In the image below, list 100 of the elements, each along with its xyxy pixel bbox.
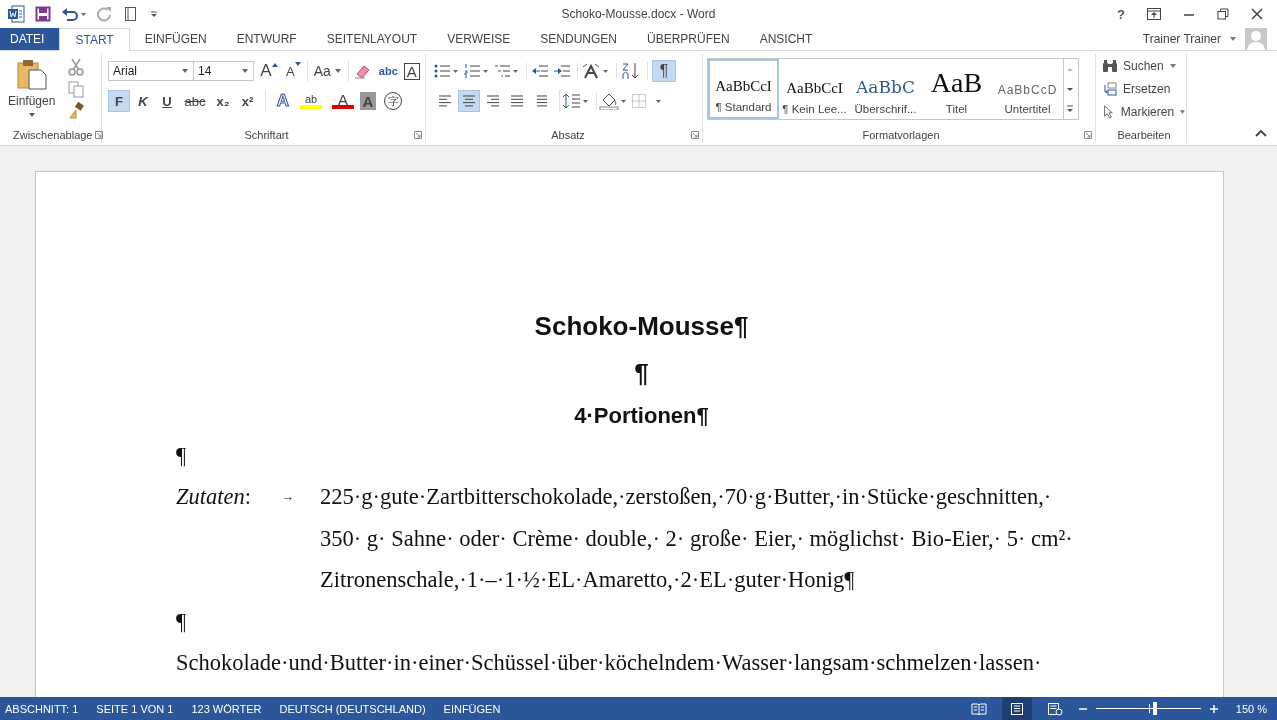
change-case-button[interactable]: Aa (311, 60, 349, 82)
group-label: Bearbeiten (1117, 129, 1171, 141)
zoom-level[interactable]: 150 % (1227, 702, 1267, 715)
style-item[interactable]: AaBbCcI ¶ Standard (708, 59, 779, 119)
increase-indent-icon[interactable] (553, 63, 578, 79)
document-subtitle: 4·Portionen¶ (573, 402, 710, 430)
caret-icon (1168, 63, 1177, 69)
collapse-ribbon-icon[interactable] (1255, 129, 1267, 137)
word-logo-icon[interactable] (7, 5, 25, 23)
page-icon (1009, 701, 1025, 716)
group-label: Formatvorlagen (862, 129, 940, 141)
account-name[interactable]: Trainer Trainer (1142, 32, 1221, 46)
decrease-indent-icon[interactable] (531, 63, 549, 79)
zoom-in-icon[interactable] (1209, 703, 1219, 714)
ribbon-tab[interactable]: EINFÜGEN (129, 28, 222, 50)
ribbon-tab[interactable]: ÜBERPRÜFEN (632, 28, 745, 50)
help-button[interactable]: ? (1117, 6, 1125, 22)
status-item[interactable]: 123 WÖRTER (184, 702, 269, 715)
dialog-launcher-icon[interactable] (414, 131, 422, 139)
font-name-field[interactable]: Arial (108, 61, 194, 81)
group-label: Absatz (551, 129, 585, 141)
zoom-slider[interactable] (1096, 702, 1201, 715)
style-item[interactable]: AaBbCcI ¶ Kein Lee... (779, 59, 850, 119)
format-painter-icon[interactable] (67, 102, 86, 120)
multilevel-list-icon[interactable] (494, 63, 527, 79)
highlight-button[interactable]: ab (300, 93, 322, 109)
ribbon-tab[interactable]: ENTWURF (221, 28, 312, 50)
binoculars-icon (1102, 59, 1118, 73)
status-item[interactable]: EINFÜGEN (436, 702, 508, 715)
shrink-font-button[interactable]: A (284, 60, 308, 82)
ribbon-tab[interactable]: VERWEISE (432, 28, 526, 50)
ribbon-tab[interactable]: ANSICHT (744, 28, 828, 50)
document-icon[interactable] (123, 6, 139, 22)
ribbon-tab[interactable]: SEITENLAYOUT (311, 28, 433, 50)
customize-caret-icon[interactable] (149, 9, 159, 19)
strike-button[interactable]: abc (180, 90, 210, 112)
align-center-button[interactable] (458, 90, 480, 112)
bold-button[interactable]: F (108, 90, 130, 112)
document-title: Schoko-Mousse¶ (533, 310, 750, 343)
clipboard-icon (15, 58, 48, 90)
align-lines-icon (437, 94, 453, 108)
dialog-launcher-icon[interactable] (691, 131, 699, 139)
book-icon (971, 701, 987, 716)
restore-icon[interactable] (1217, 8, 1229, 20)
document-title: ¶ (633, 357, 650, 390)
save-icon[interactable] (35, 6, 51, 22)
dialog-launcher-icon[interactable] (94, 131, 103, 139)
paragraph-text: Schokolade·und·Butter·in·einer·Schüssel·über·köchelndem·Wasser·langsam·schmelzen·lassen· (176, 648, 1042, 677)
show-formatting-button[interactable]: ¶ (652, 60, 676, 82)
status-item[interactable]: DEUTSCH (DEUTSCHLAND) (272, 702, 433, 715)
style-item[interactable]: AaBbCcD Untertitel (992, 59, 1063, 119)
close-icon[interactable] (1251, 8, 1263, 20)
find-button[interactable]: Suchen (1102, 56, 1186, 76)
sup-button[interactable]: x² (236, 90, 266, 112)
ribbon-display-icon[interactable] (1147, 8, 1161, 20)
phonetic-guide-button[interactable]: abc (376, 60, 400, 82)
down-triangle-icon (294, 62, 301, 67)
status-item[interactable]: SEITE 1 VON 1 (89, 702, 181, 715)
ingredients-text: 225·g·gute·Zartbitterschokolade,·zerstoßen,·70·g·Butter,·in·Stücke·geschnitten,· (320, 483, 1052, 511)
bullet-list-icon[interactable] (434, 63, 460, 79)
text-direction-icon[interactable] (582, 63, 617, 79)
up-triangle-icon (271, 62, 278, 67)
print-view-button[interactable] (1002, 697, 1032, 720)
font-color-button[interactable]: A (332, 93, 354, 109)
ribbon-tab[interactable]: SENDUNGEN (525, 28, 632, 50)
caret-icon (27, 112, 36, 118)
replace-button[interactable]: Ersetzen (1102, 79, 1186, 99)
numbered-list-icon[interactable] (464, 63, 490, 79)
underline-button[interactable]: U (156, 90, 178, 112)
group-label: Schriftart (244, 129, 289, 141)
sub-button[interactable]: x₂ (212, 90, 234, 112)
paragraph-text: ¶ (176, 607, 187, 636)
window-title: Schoko-Mousse.docx - Word (561, 7, 716, 21)
undo-icon[interactable] (61, 6, 87, 22)
character-border-button[interactable]: A (403, 62, 420, 80)
style-item[interactable]: AaBbC Überschrif... (850, 59, 921, 119)
style-item[interactable]: AaB Titel (921, 59, 992, 119)
caret-icon[interactable] (1229, 36, 1237, 42)
cut-icon[interactable] (67, 58, 86, 76)
sort-icon[interactable] (621, 62, 648, 80)
ribbon-tab[interactable]: DATEI (0, 28, 60, 50)
select-button[interactable]: Markieren (1102, 102, 1186, 122)
paste-button[interactable]: Einfügen (8, 58, 56, 127)
caret-icon (241, 68, 249, 74)
zoom-slider-thumb[interactable] (1152, 702, 1157, 715)
line-spacing-icon[interactable] (562, 92, 597, 110)
font-size-field[interactable]: 14 (193, 61, 254, 81)
status-item[interactable]: ABSCHNITT: 1 (0, 702, 86, 715)
paragraph-text: ¶ (176, 442, 187, 470)
italic-button[interactable]: K (132, 90, 154, 112)
caret-icon (1179, 109, 1186, 115)
paint-bucket-icon[interactable] (599, 92, 629, 110)
tab-mark: → (281, 488, 295, 506)
ribbon-tab[interactable]: START (59, 28, 130, 51)
grow-font-button[interactable]: A (258, 60, 280, 82)
caret-icon (181, 68, 189, 74)
dialog-launcher-icon[interactable] (1084, 131, 1092, 139)
align-lines-icon (509, 94, 525, 108)
ingredients-text: Zitronenschale,·1·–·1·½·EL·Amaretto,·2·EL·guter·Honig¶ (320, 566, 855, 594)
ingredients-text: 350· g· Sahne· oder· Crème· double,· 2· große· Eier,· möglichst· Bio-Eier,· 5· cm²· (320, 524, 1073, 553)
